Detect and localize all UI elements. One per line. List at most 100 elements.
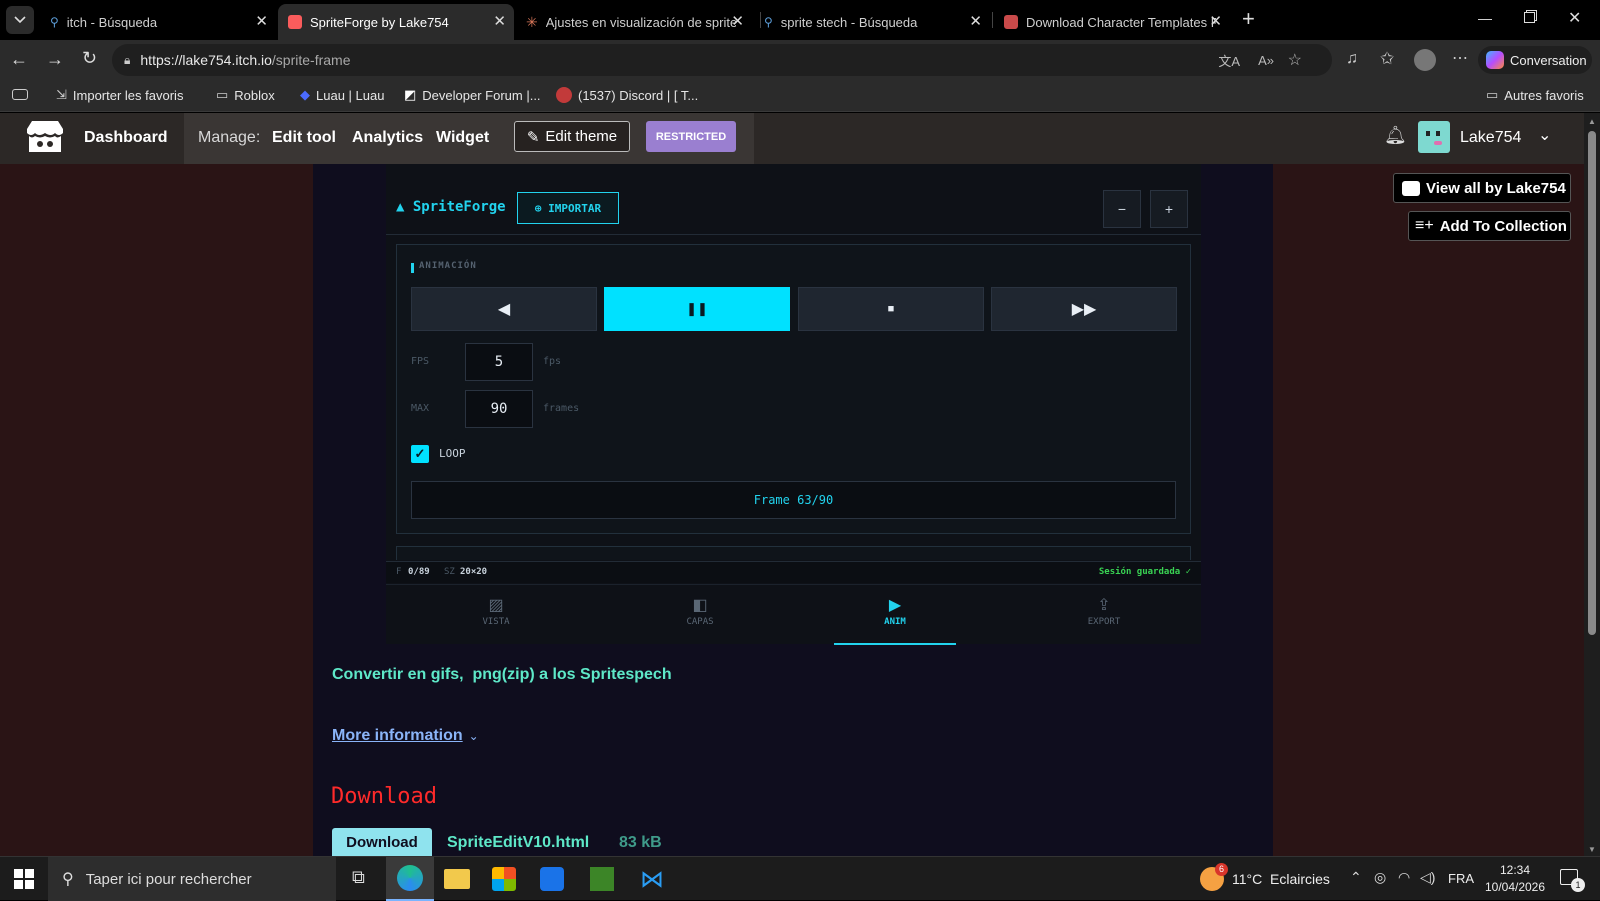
weather-widget[interactable]: 6 11°C Eclaircies <box>1200 857 1330 901</box>
clock[interactable]: 12:34 10/04/2026 <box>1480 863 1550 894</box>
minimize-button[interactable]: — <box>1478 10 1492 26</box>
close-icon[interactable]: ✕ <box>493 12 506 30</box>
fps-input[interactable]: 5 <box>465 343 533 381</box>
more-menu-icon[interactable]: ⋯ <box>1452 48 1468 68</box>
notification-bell-icon[interactable]: 🔔︎ <box>1384 125 1407 146</box>
vscode-icon[interactable]: ⋈ <box>640 865 672 897</box>
bookmark-roblox[interactable]: ▭ Roblox <box>216 87 275 103</box>
refresh-button[interactable]: ↻ <box>82 48 97 69</box>
scroll-up-icon[interactable]: ▲ <box>1588 117 1596 126</box>
bookmark-discord[interactable]: (1537) Discord | [ T... <box>556 87 698 103</box>
close-icon[interactable]: ✕ <box>731 12 744 30</box>
read-aloud-icon[interactable]: A» <box>1258 53 1274 68</box>
next-button[interactable]: ▶▶ <box>991 287 1177 331</box>
stop-button[interactable]: ■ <box>798 287 984 331</box>
widget-link[interactable]: Widget <box>436 129 489 147</box>
browser-toolbar: ← → ↻ 🔒︎ https://lake754.itch.io/sprite-… <box>0 40 1600 80</box>
tab-sprite-stech[interactable]: ⚲ sprite stech - Búsqueda ✕ <box>754 4 990 40</box>
chevron-down-icon[interactable]: ⌄ <box>1538 125 1551 145</box>
minecraft-icon[interactable] <box>590 867 614 891</box>
animation-panel: ANIMACIÓN ◀ ❚❚ ■ ▶▶ FPS 5 fps MAX 90 fra… <box>396 244 1191 534</box>
close-icon[interactable]: ✕ <box>1209 12 1222 30</box>
volume-icon[interactable]: ◁) <box>1420 869 1435 886</box>
language-indicator[interactable]: FRA <box>1448 871 1474 886</box>
copilot-icon <box>1486 51 1504 69</box>
edit-tool-link[interactable]: Edit tool <box>272 129 336 147</box>
star-icon[interactable]: ☆ <box>1288 50 1302 70</box>
zoom-out-button[interactable]: − <box>1103 190 1141 228</box>
back-button[interactable]: ← <box>10 49 28 70</box>
import-label: ⊕ IMPORTAR <box>534 201 602 215</box>
status-frame: 0/89 <box>408 567 430 577</box>
more-information-link[interactable]: More information ⌄ <box>332 727 479 745</box>
tab-download-templates[interactable]: Download Character Templates Pa ✕ <box>994 4 1230 40</box>
prev-frame-button[interactable]: ◀ <box>411 287 597 331</box>
collections-icon[interactable] <box>12 89 28 100</box>
translate-icon[interactable]: 文A <box>1218 51 1240 70</box>
extensions-icon[interactable]: ♫ <box>1346 50 1358 68</box>
store-icon[interactable] <box>492 867 516 891</box>
clock-time: 12:34 <box>1499 863 1531 877</box>
copilot-button[interactable]: Conversation <box>1478 46 1592 74</box>
scrollbar-thumb[interactable] <box>1588 131 1596 635</box>
meet-icon[interactable]: ◎ <box>1374 869 1386 886</box>
pause-button[interactable]: ❚❚ <box>604 287 790 331</box>
view-all-button[interactable]: View all by Lake754 <box>1393 173 1571 203</box>
close-icon[interactable]: ✕ <box>969 12 982 30</box>
close-icon[interactable]: ✕ <box>255 12 268 30</box>
bookmark-devforum[interactable]: ◩ Developer Forum |... <box>404 87 541 103</box>
start-button[interactable] <box>14 869 34 889</box>
nav-anim[interactable]: ▶ ANIM <box>834 595 956 645</box>
bookmark-import[interactable]: ⇲ Importer les favoris <box>56 87 183 103</box>
scroll-down-icon[interactable]: ▼ <box>1588 845 1596 854</box>
bookmarks-bar: ⇲ Importer les favoris ▭ Roblox ◆ Luau | Lu… <box>0 80 1600 112</box>
address-bar[interactable]: 🔒︎ https://lake754.itch.io/sprite-frame … <box>112 44 1332 76</box>
loop-checkbox[interactable]: ✓ <box>411 445 429 463</box>
zoom-in-button[interactable]: + <box>1150 190 1188 228</box>
analytics-link[interactable]: Analytics <box>352 129 423 147</box>
favorites-icon[interactable]: ✩ <box>1380 49 1394 69</box>
nav-export[interactable]: ⇪ EXPORT <box>1034 595 1174 635</box>
max-label: MAX <box>411 403 430 414</box>
file-explorer-icon[interactable] <box>444 869 470 889</box>
tab-list-button[interactable] <box>6 6 34 34</box>
task-view-icon[interactable]: ⧉ <box>346 863 378 895</box>
nav-capas[interactable]: ◧ CAPAS <box>630 595 770 635</box>
taskbar-search-placeholder: Taper ici pour rechercher <box>85 870 252 888</box>
restricted-label: RESTRICTED <box>655 130 727 143</box>
dashboard-link[interactable]: Dashboard <box>84 129 168 147</box>
new-tab-button[interactable]: + <box>1242 8 1255 30</box>
username[interactable]: Lake754 <box>1460 129 1521 147</box>
tray-chevron-icon[interactable]: ⌃ <box>1350 869 1362 886</box>
tab-spriteforge[interactable]: SpriteForge by Lake754 ✕ <box>278 4 514 40</box>
itch-logo-icon[interactable] <box>26 119 64 155</box>
itch-header: Dashboard Manage: Edit tool Analytics Wi… <box>0 113 1584 164</box>
stop-icon: ■ <box>887 303 895 315</box>
add-to-collection-button[interactable]: ≡+ Add To Collection <box>1408 211 1571 241</box>
nav-vista[interactable]: ▨ VISTA <box>426 595 566 635</box>
restricted-badge[interactable]: RESTRICTED <box>646 121 736 152</box>
page-scrollbar[interactable]: ▲ ▼ <box>1584 113 1600 856</box>
bookmark-luau[interactable]: ◆ Luau | Luau <box>300 87 384 103</box>
layers-icon: ◧ <box>692 597 708 614</box>
edit-theme-button[interactable]: ✎ Edit theme <box>514 121 630 152</box>
bookmark-other[interactable]: ▭ Autres favoris <box>1486 87 1584 103</box>
tab-itch-search[interactable]: ⚲ itch - Búsqueda ✕ <box>40 4 276 40</box>
notification-center-icon[interactable]: 1 <box>1560 869 1585 892</box>
fps-value: 5 <box>494 354 504 370</box>
wifi-icon[interactable]: ◠ <box>1398 869 1410 886</box>
import-button[interactable]: ⊕ IMPORTAR <box>517 192 619 224</box>
user-avatar[interactable] <box>1418 121 1450 153</box>
tab-ajustes[interactable]: ✳ Ajustes en visualización de sprites ✕ <box>516 4 752 40</box>
restore-button[interactable] <box>1524 12 1535 23</box>
download-button[interactable]: Download <box>332 828 432 856</box>
manage-bar: Manage: Edit tool Analytics Widget ✎ Edi… <box>184 113 754 164</box>
close-window-button[interactable]: ✕ <box>1568 8 1581 28</box>
profile-avatar[interactable] <box>1414 49 1436 71</box>
forward-button[interactable]: → <box>46 49 64 70</box>
max-frames-input[interactable]: 90 <box>465 390 533 428</box>
outlook-icon[interactable] <box>540 867 564 891</box>
add-collection-label: Add To Collection <box>1439 217 1567 235</box>
taskbar-search[interactable]: ⚲ Taper ici pour rechercher <box>48 857 336 901</box>
edge-taskbar-icon[interactable] <box>386 857 434 901</box>
